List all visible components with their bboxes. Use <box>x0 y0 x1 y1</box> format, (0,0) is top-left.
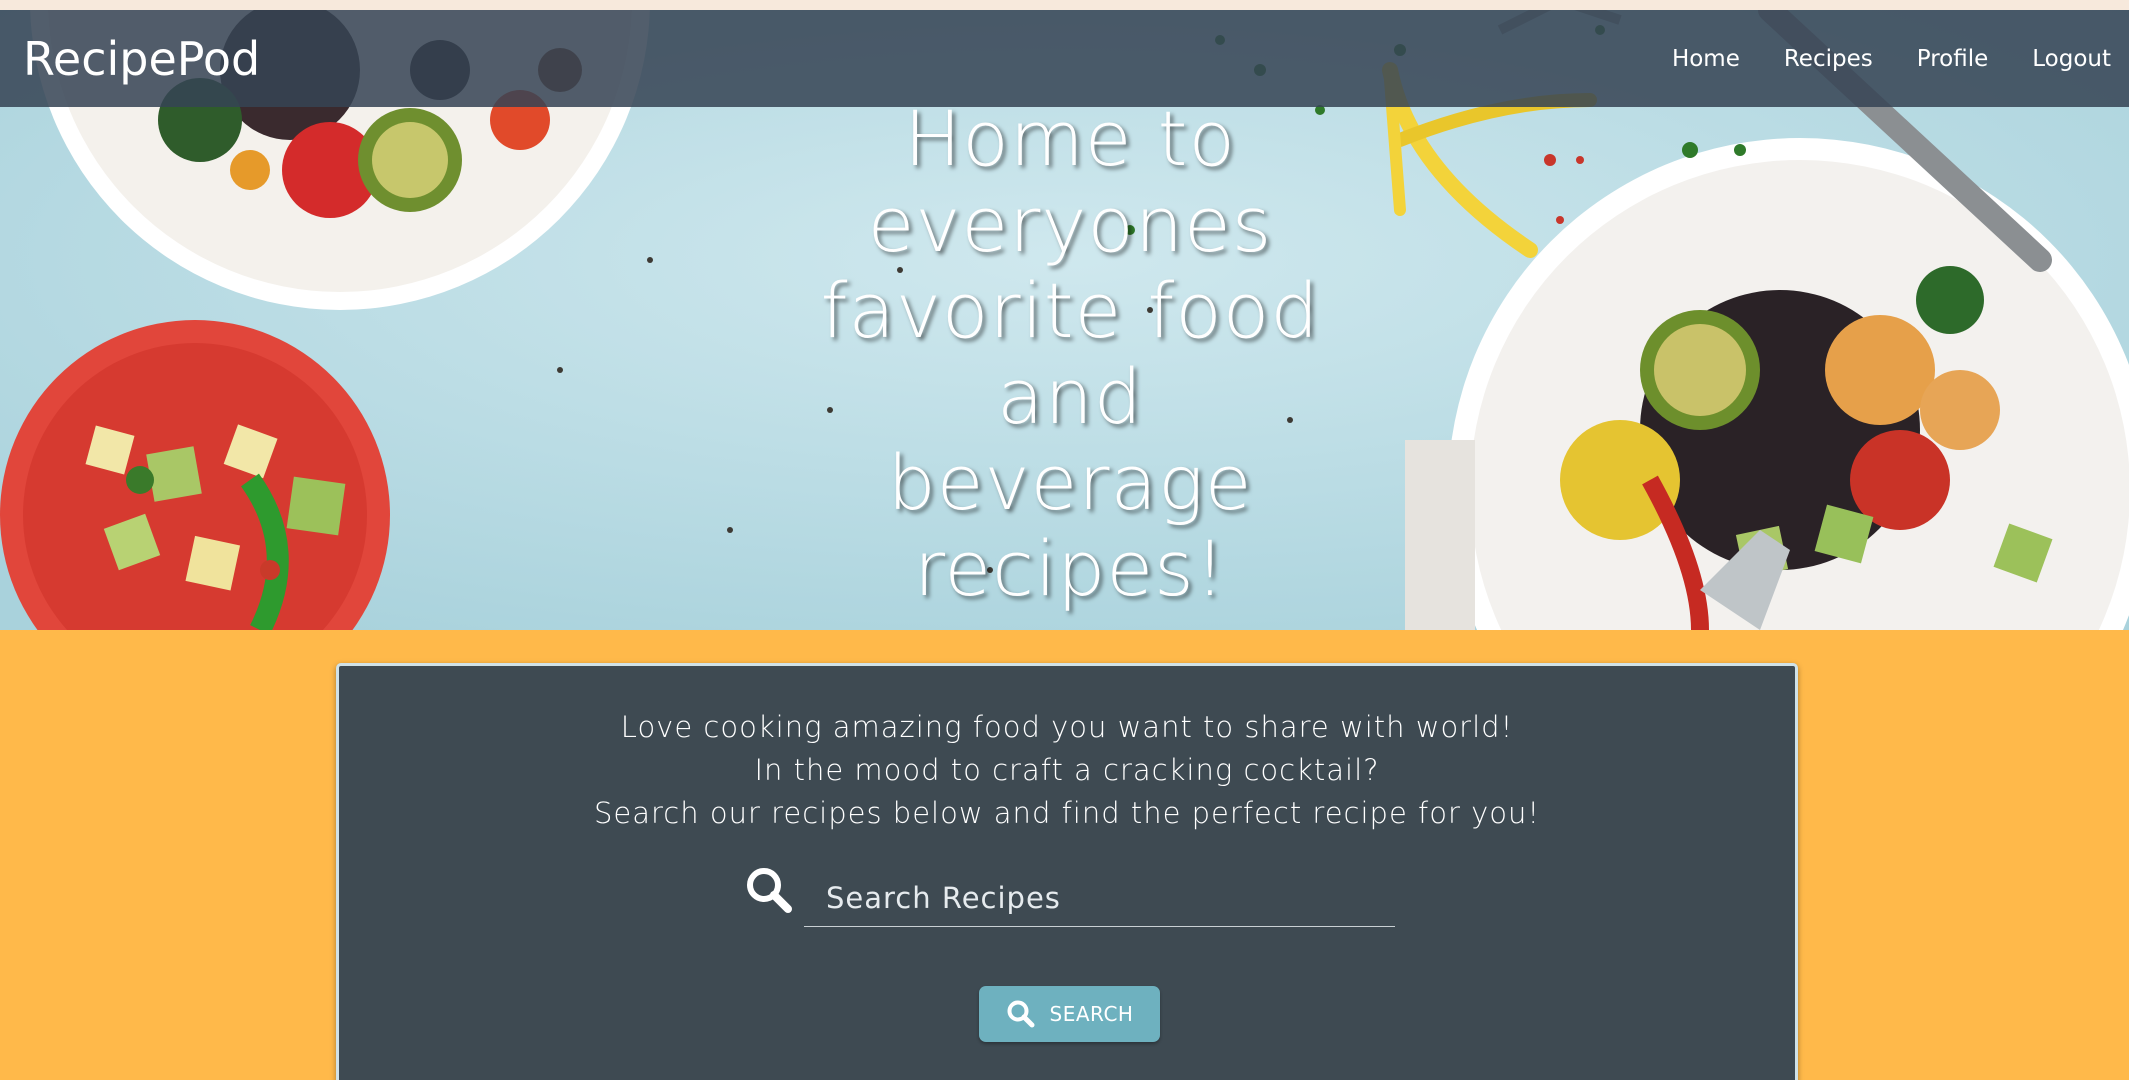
nav-link-home[interactable]: Home <box>1672 46 1740 72</box>
intro-line-2: In the mood to craft a cracking cocktail… <box>754 753 1380 787</box>
search-icon <box>747 868 792 913</box>
top-navbar: RecipePod Home Recipes Profile Logout <box>0 10 2129 107</box>
nav-link-profile[interactable]: Profile <box>1917 46 1989 72</box>
nav-link-recipes[interactable]: Recipes <box>1784 46 1873 72</box>
search-button-label: SEARCH <box>1049 1002 1134 1026</box>
nav-links: Home Recipes Profile Logout <box>1672 46 2111 72</box>
nav-link-logout[interactable]: Logout <box>2032 46 2111 72</box>
intro-line-1: Love cooking amazing food you want to sh… <box>620 710 1514 744</box>
hero-headline: Home to everyones favorite food and beve… <box>820 94 1320 613</box>
search-input[interactable] <box>804 870 1395 927</box>
search-icon <box>1007 1000 1035 1028</box>
search-card: Love cooking amazing food you want to sh… <box>336 663 1798 1080</box>
intro-text: Love cooking amazing food you want to sh… <box>339 706 1795 835</box>
search-row <box>745 866 1395 927</box>
browser-top-strip <box>0 0 2129 10</box>
intro-line-3: Search our recipes below and find the pe… <box>593 796 1541 830</box>
brand-logo[interactable]: RecipePod <box>23 32 260 86</box>
search-button[interactable]: SEARCH <box>979 986 1160 1042</box>
